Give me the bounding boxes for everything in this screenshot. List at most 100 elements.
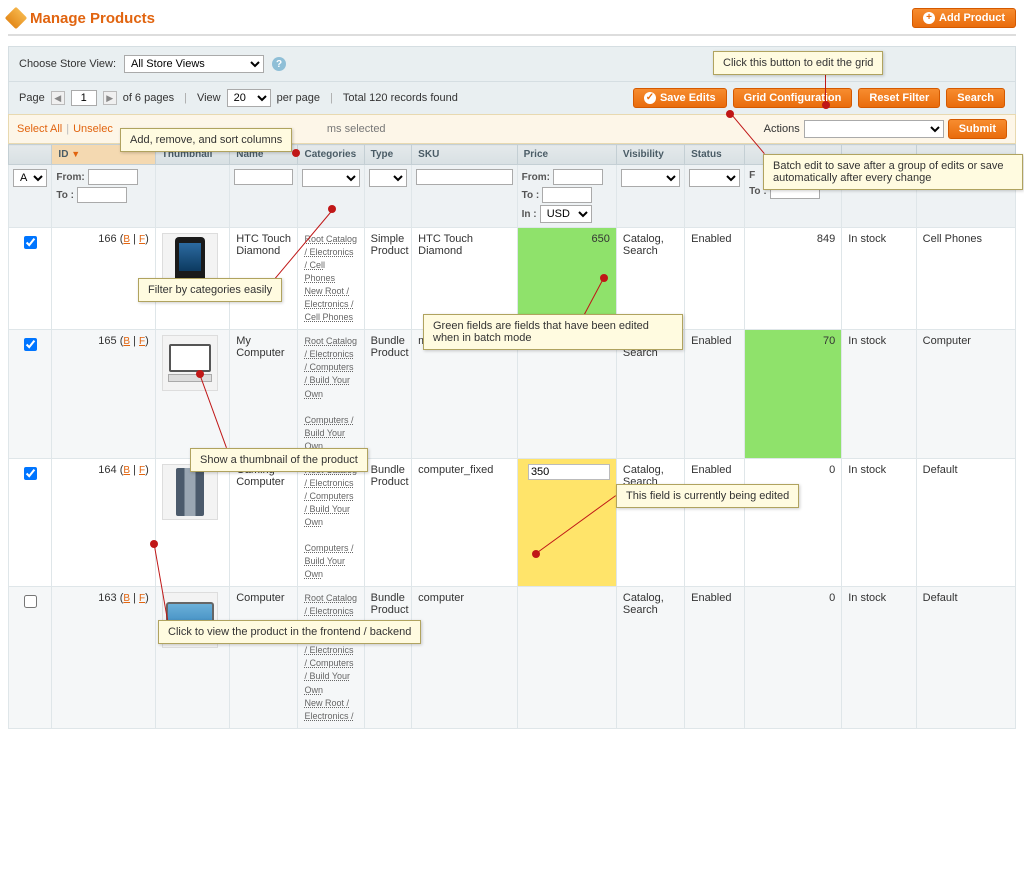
actions-select[interactable] — [804, 120, 944, 138]
cell-id: 163 (B | F) — [52, 587, 155, 728]
page-next-icon[interactable]: ▶ — [103, 91, 117, 105]
col-type[interactable]: Type — [364, 145, 412, 165]
check-icon: ✓ — [644, 92, 656, 104]
view-frontend-link[interactable]: F — [139, 234, 145, 245]
cell-stock: In stock — [842, 458, 916, 586]
filter-id-from[interactable] — [88, 169, 138, 185]
product-thumbnail — [162, 335, 218, 391]
search-button[interactable]: Search — [946, 88, 1005, 108]
cell-qty[interactable]: 849 — [745, 228, 842, 330]
cell-sku[interactable]: computer — [412, 587, 517, 728]
filter-price-from[interactable] — [553, 169, 603, 185]
view-frontend-link[interactable]: F — [139, 336, 145, 347]
storeview-select[interactable]: All Store Views — [124, 55, 264, 73]
callout-green-fields: Green fields are fields that have been e… — [423, 314, 683, 350]
cell-name[interactable]: My Computer — [230, 330, 298, 458]
select-all-link[interactable]: Select All — [17, 123, 62, 135]
plus-icon: + — [923, 12, 935, 24]
price-edit-input[interactable] — [528, 464, 610, 480]
filter-price-currency[interactable]: USD — [540, 205, 592, 223]
cell-qty[interactable]: 0 — [745, 458, 842, 586]
view-backend-link[interactable]: B — [123, 336, 130, 347]
page-label: Page — [19, 92, 45, 104]
col-price[interactable]: Price — [517, 145, 616, 165]
filter-status[interactable] — [689, 169, 740, 187]
total-records-text: Total 120 records found — [343, 92, 458, 104]
callout-view-links: Click to view the product in the fronten… — [158, 620, 421, 644]
cell-qty[interactable]: 0 — [745, 587, 842, 728]
col-status[interactable]: Status — [685, 145, 745, 165]
save-edits-button[interactable]: ✓ Save Edits — [633, 88, 727, 108]
page-title: Manage Products — [8, 10, 155, 27]
row-checkbox[interactable] — [24, 338, 37, 351]
submit-button[interactable]: Submit — [948, 119, 1007, 139]
row-checkbox[interactable] — [24, 236, 37, 249]
cell-status[interactable]: Enabled — [685, 228, 745, 330]
filter-type[interactable] — [369, 169, 408, 187]
cell-thumbnail — [155, 458, 229, 586]
callout-batch-edit: Batch edit to save after a group of edit… — [763, 154, 1023, 190]
col-visibility[interactable]: Visibility — [616, 145, 684, 165]
filter-name[interactable] — [234, 169, 293, 185]
unselect-link[interactable]: Unselec — [73, 123, 113, 135]
filter-categories[interactable] — [302, 169, 359, 187]
view-backend-link[interactable]: B — [123, 465, 130, 476]
filter-id-to[interactable] — [77, 187, 127, 203]
cell-name[interactable]: Gaming Computer — [230, 458, 298, 586]
cell-price[interactable] — [517, 458, 616, 586]
cell-id: 164 (B | F) — [52, 458, 155, 586]
callout-add-columns: Add, remove, and sort columns — [120, 128, 292, 152]
of-pages-text: of 6 pages — [123, 92, 174, 104]
page-input[interactable] — [71, 90, 97, 106]
perpage-select[interactable]: 20 — [227, 89, 271, 107]
cell-type: Simple Product — [364, 228, 412, 330]
actions-label: Actions — [764, 123, 800, 135]
row-checkbox[interactable] — [24, 467, 37, 480]
cell-type: Bundle Product — [364, 330, 412, 458]
col-categories[interactable]: Categories — [298, 145, 364, 165]
table-row: 164 (B | F) Gaming Computer Root Catalog… — [9, 458, 1016, 586]
filter-checkbox-any[interactable]: Any — [13, 169, 47, 187]
items-selected-text: ms selected — [327, 123, 386, 135]
cell-visibility[interactable]: Catalog, Search — [616, 587, 684, 728]
cell-status[interactable]: Enabled — [685, 458, 745, 586]
pager-row: Page ◀ ▶ of 6 pages | View 20 per page |… — [8, 82, 1016, 114]
cell-id: 165 (B | F) — [52, 330, 155, 458]
cell-thumbnail — [155, 330, 229, 458]
cell-categories: Root Catalog / Electronics / Computers /… — [298, 330, 364, 458]
cell-visibility[interactable]: Catalog, Search — [616, 458, 684, 586]
filter-price-to[interactable] — [542, 187, 592, 203]
callout-filter-categories: Filter by categories easily — [138, 278, 282, 302]
view-frontend-link[interactable]: F — [139, 465, 145, 476]
page-prev-icon[interactable]: ◀ — [51, 91, 65, 105]
reset-filter-button[interactable]: Reset Filter — [858, 88, 940, 108]
filter-visibility[interactable] — [621, 169, 680, 187]
cell-attrset: Default — [916, 458, 1015, 586]
view-frontend-link[interactable]: F — [139, 593, 145, 604]
cell-status[interactable]: Enabled — [685, 330, 745, 458]
cell-attrset: Default — [916, 587, 1015, 728]
filter-sku[interactable] — [416, 169, 512, 185]
sort-desc-icon: ▼ — [71, 149, 80, 159]
grid-configuration-button[interactable]: Grid Configuration — [733, 88, 853, 108]
cell-sku[interactable]: computer_fixed — [412, 458, 517, 586]
help-icon[interactable]: ? — [272, 57, 286, 71]
add-product-label: Add Product — [939, 12, 1005, 24]
cell-qty[interactable]: 70 — [745, 330, 842, 458]
cell-stock: In stock — [842, 330, 916, 458]
row-checkbox[interactable] — [24, 595, 37, 608]
view-backend-link[interactable]: B — [123, 593, 130, 604]
col-sku[interactable]: SKU — [412, 145, 517, 165]
cell-status[interactable]: Enabled — [685, 587, 745, 728]
col-checkbox[interactable] — [9, 145, 52, 165]
add-product-button[interactable]: + Add Product — [912, 8, 1016, 28]
perpage-label: per page — [277, 92, 320, 104]
callout-editing: This field is currently being edited — [616, 484, 799, 508]
cell-name[interactable]: Computer — [230, 587, 298, 728]
view-backend-link[interactable]: B — [123, 234, 130, 245]
view-label: View — [197, 92, 221, 104]
page-title-text: Manage Products — [30, 10, 155, 27]
cell-price[interactable] — [517, 587, 616, 728]
storeview-label: Choose Store View: — [19, 58, 116, 70]
cell-stock: In stock — [842, 228, 916, 330]
